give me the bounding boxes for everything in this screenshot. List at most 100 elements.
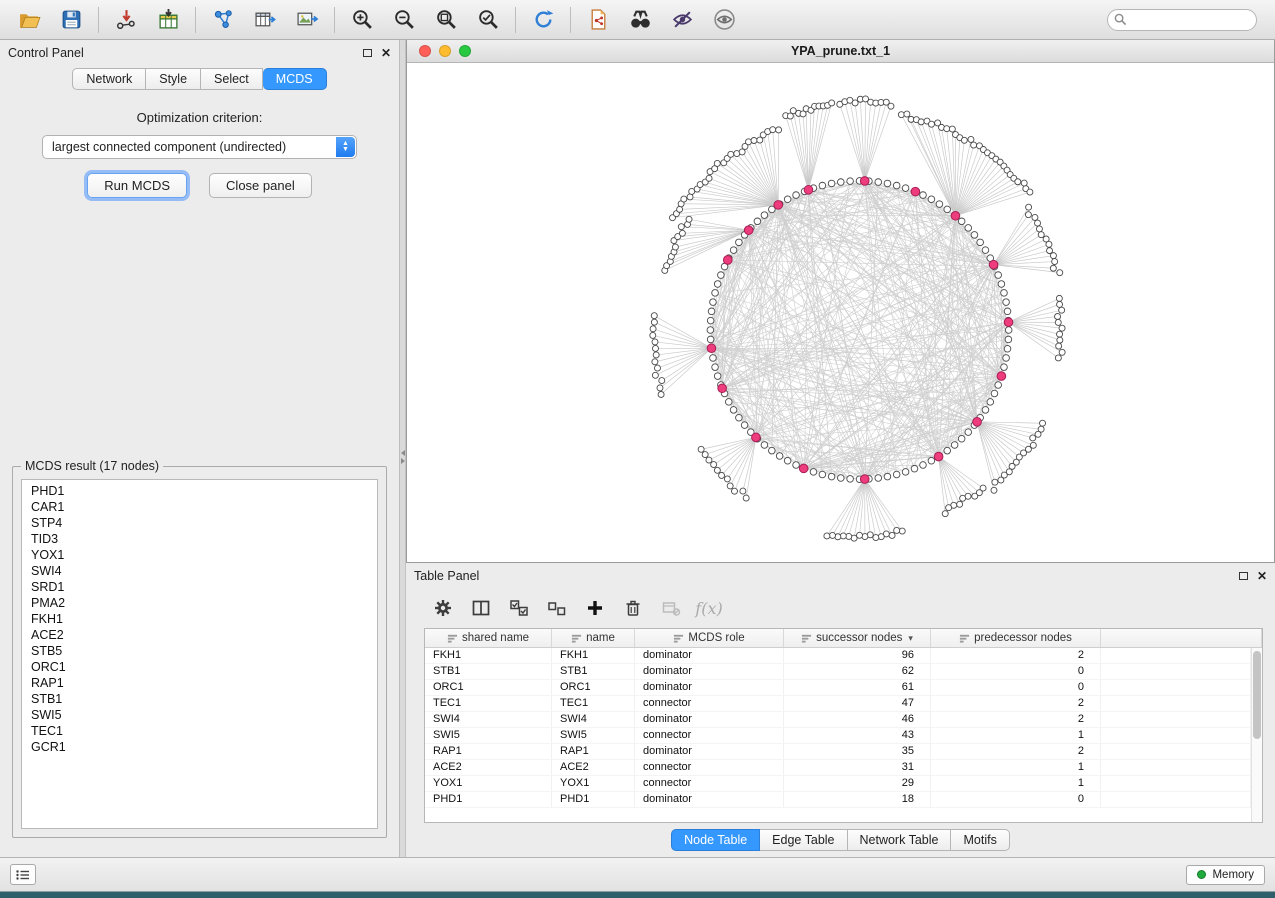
- cell-predecessors: 1: [931, 760, 1101, 775]
- cell-filler: [1101, 696, 1251, 711]
- cell-filler: [1101, 792, 1251, 807]
- mcds-result-item[interactable]: STB1: [31, 691, 377, 707]
- mcds-result-list[interactable]: PHD1CAR1STP4TID3YOX1SWI4SRD1PMA2FKH1ACE2…: [21, 479, 378, 829]
- table-row[interactable]: TEC1TEC1connector472: [425, 696, 1251, 712]
- mcds-result-item[interactable]: CAR1: [31, 499, 377, 515]
- mcds-result-item[interactable]: SWI5: [31, 707, 377, 723]
- table-row[interactable]: RAP1RAP1dominator352: [425, 744, 1251, 760]
- table-row[interactable]: SWI5SWI5connector431: [425, 728, 1251, 744]
- sort-direction-icon: ▾: [908, 633, 913, 644]
- import-table-button[interactable]: [147, 4, 189, 36]
- column-header-predecessor-nodes[interactable]: predecessor nodes: [931, 629, 1101, 647]
- select-all-columns-button[interactable]: [502, 592, 536, 624]
- column-header-successor-nodes[interactable]: successor nodes ▾: [784, 629, 931, 647]
- cell-predecessors: 1: [931, 776, 1101, 791]
- search-input[interactable]: [1107, 9, 1257, 31]
- cell-role: dominator: [635, 664, 784, 679]
- mcds-result-item[interactable]: ACE2: [31, 627, 377, 643]
- tab-node-table[interactable]: Node Table: [671, 829, 760, 851]
- run-mcds-button[interactable]: Run MCDS: [87, 173, 187, 198]
- table-row[interactable]: SWI4SWI4dominator462: [425, 712, 1251, 728]
- column-header-mcds-role[interactable]: MCDS role: [635, 629, 784, 647]
- mcds-result-item[interactable]: PHD1: [31, 483, 377, 499]
- apply-layout-button[interactable]: [522, 4, 564, 36]
- float-panel-icon[interactable]: [363, 49, 372, 57]
- mcds-result-item[interactable]: TID3: [31, 531, 377, 547]
- hide-details-button[interactable]: [661, 4, 703, 36]
- zoom-out-icon: [393, 8, 416, 31]
- zoom-selected-button[interactable]: [467, 4, 509, 36]
- column-header-shared-name[interactable]: shared name: [425, 629, 552, 647]
- mcds-result-item[interactable]: RAP1: [31, 675, 377, 691]
- tab-motifs[interactable]: Motifs: [951, 829, 1009, 851]
- open-session-button[interactable]: [8, 4, 50, 36]
- zoom-selected-icon: [477, 8, 500, 31]
- close-window-button[interactable]: [419, 45, 431, 57]
- share-document-button[interactable]: [577, 4, 619, 36]
- mcds-result-item[interactable]: ORC1: [31, 659, 377, 675]
- network-canvas[interactable]: [407, 63, 1274, 562]
- close-panel-icon[interactable]: ✕: [381, 47, 391, 59]
- mcds-result-item[interactable]: SRD1: [31, 579, 377, 595]
- column-header-name[interactable]: name: [552, 629, 635, 647]
- export-table-button[interactable]: [244, 4, 286, 36]
- tab-edge-table[interactable]: Edge Table: [760, 829, 847, 851]
- dropdown-stepper-icon: ▲▼: [336, 137, 355, 157]
- table-row[interactable]: YOX1YOX1connector291: [425, 776, 1251, 792]
- search-network-button[interactable]: [619, 4, 661, 36]
- table-toolbar: f(x): [406, 588, 1275, 628]
- tab-style[interactable]: Style: [146, 68, 201, 90]
- table-row[interactable]: ORC1ORC1dominator610: [425, 680, 1251, 696]
- deselect-all-columns-button[interactable]: [540, 592, 574, 624]
- save-floppy-icon: [60, 8, 83, 31]
- float-panel-icon[interactable]: [1239, 572, 1248, 580]
- sort-icon: [673, 633, 684, 644]
- table-panel: Table Panel ✕: [406, 563, 1275, 857]
- tab-select[interactable]: Select: [201, 68, 263, 90]
- zoom-fit-button[interactable]: [425, 4, 467, 36]
- network-graph[interactable]: [407, 63, 1274, 562]
- save-session-button[interactable]: [50, 4, 92, 36]
- show-details-button[interactable]: [703, 4, 745, 36]
- scrollbar-thumb[interactable]: [1253, 651, 1261, 739]
- table-settings-button[interactable]: [426, 592, 460, 624]
- tab-network[interactable]: Network: [72, 68, 146, 90]
- close-panel-icon[interactable]: ✕: [1257, 570, 1267, 582]
- mcds-result-item[interactable]: PMA2: [31, 595, 377, 611]
- tab-network-table[interactable]: Network Table: [848, 829, 952, 851]
- table-scrollbar[interactable]: [1251, 648, 1262, 822]
- table-row[interactable]: FKH1FKH1dominator962: [425, 648, 1251, 664]
- delete-column-button[interactable]: [616, 592, 650, 624]
- show-panel-menu-button[interactable]: [10, 864, 36, 885]
- memory-button[interactable]: Memory: [1186, 865, 1265, 885]
- add-column-button[interactable]: [578, 592, 612, 624]
- zoom-in-button[interactable]: [341, 4, 383, 36]
- cell-successors: 61: [784, 680, 931, 695]
- splitter-grip-icon[interactable]: [400, 450, 406, 464]
- mcds-result-item[interactable]: STB5: [31, 643, 377, 659]
- export-image-button[interactable]: [286, 4, 328, 36]
- mcds-result-item[interactable]: TEC1: [31, 723, 377, 739]
- cell-role: connector: [635, 696, 784, 711]
- criterion-dropdown[interactable]: largest connected component (undirected)…: [42, 135, 357, 159]
- maximize-window-button[interactable]: [459, 45, 471, 57]
- new-network-button[interactable]: [202, 4, 244, 36]
- export-table-icon: [254, 8, 277, 31]
- table-row[interactable]: PHD1PHD1dominator180: [425, 792, 1251, 808]
- vertical-splitter[interactable]: [400, 40, 406, 857]
- node-table: shared namenameMCDS role successor nodes ▾…: [424, 628, 1263, 823]
- zoom-out-button[interactable]: [383, 4, 425, 36]
- mcds-result-item[interactable]: YOX1: [31, 547, 377, 563]
- column-header-label: successor nodes: [816, 632, 902, 644]
- split-view-button[interactable]: [464, 592, 498, 624]
- mcds-result-item[interactable]: FKH1: [31, 611, 377, 627]
- table-row[interactable]: ACE2ACE2connector311: [425, 760, 1251, 776]
- import-network-button[interactable]: [105, 4, 147, 36]
- mcds-result-item[interactable]: GCR1: [31, 739, 377, 755]
- mcds-result-item[interactable]: SWI4: [31, 563, 377, 579]
- mcds-result-item[interactable]: STP4: [31, 515, 377, 531]
- table-row[interactable]: STB1STB1dominator620: [425, 664, 1251, 680]
- tab-mcds[interactable]: MCDS: [263, 68, 327, 90]
- close-panel-button[interactable]: Close panel: [209, 173, 312, 198]
- minimize-window-button[interactable]: [439, 45, 451, 57]
